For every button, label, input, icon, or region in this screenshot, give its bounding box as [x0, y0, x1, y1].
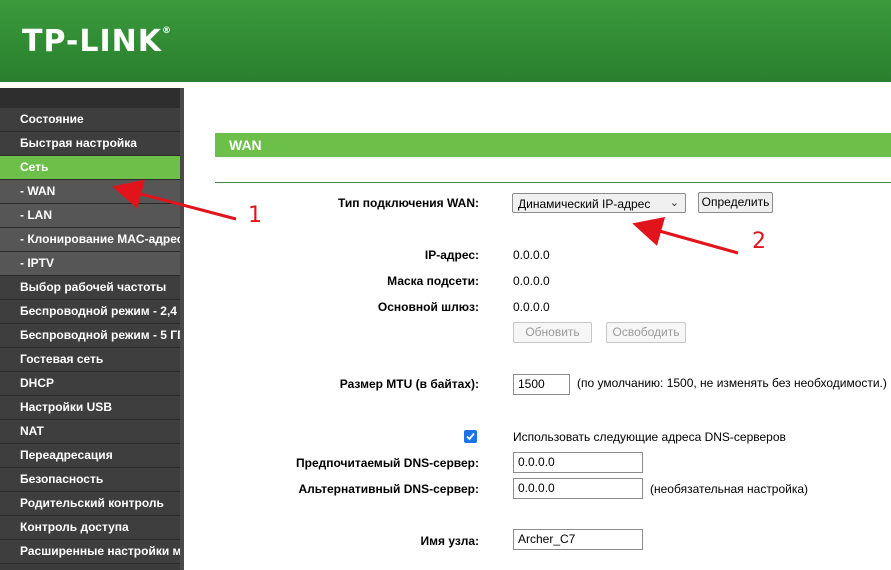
connection-type-value: Динамический IP-адрес — [518, 197, 651, 211]
secondary-dns-hint: (необязательная настройка) — [650, 482, 809, 496]
hostname-input[interactable]: Archer_C7 — [513, 529, 643, 550]
sidebar-item-wireless-24[interactable]: Беспроводной режим - 2,4 ГГц — [0, 300, 180, 324]
annotation-label-2: 2 — [752, 229, 766, 254]
mtu-hint: (по умолчанию: 1500, не изменять без нео… — [577, 376, 887, 390]
sidebar-item-wan[interactable]: - WAN — [0, 180, 180, 204]
dns-checkbox[interactable] — [464, 430, 477, 443]
sidebar-item-quick-setup[interactable]: Быстрая настройка — [0, 132, 180, 156]
primary-dns-input[interactable]: 0.0.0.0 — [513, 452, 643, 473]
connection-type-select[interactable]: Динамический IP-адрес ⌄ — [512, 193, 686, 213]
secondary-dns-input[interactable]: 0.0.0.0 — [513, 478, 643, 499]
sidebar-item-dhcp[interactable]: DHCP — [0, 372, 180, 396]
sidebar-item-forwarding[interactable]: Переадресация — [0, 444, 180, 468]
ip-value: 0.0.0.0 — [513, 248, 550, 262]
main-content: WAN Тип подключения WAN: Динамический IP… — [184, 88, 891, 570]
mask-value: 0.0.0.0 — [513, 274, 550, 288]
secondary-dns-label: Альтернативный DNS-сервер: — [298, 482, 479, 496]
gateway-value: 0.0.0.0 — [513, 300, 550, 314]
chevron-down-icon: ⌄ — [669, 197, 679, 209]
tp-link-logo: TP-LINK® — [22, 24, 173, 59]
header-banner: TP-LINK® — [0, 0, 891, 82]
dns-checkbox-label: Использовать следующие адреса DNS-сервер… — [513, 430, 786, 444]
sidebar-item-iptv[interactable]: - IPTV — [0, 252, 180, 276]
sidebar-item-parental-control[interactable]: Родительский контроль — [0, 492, 180, 516]
sidebar: Состояние Быстрая настройка Сеть - WAN -… — [0, 88, 180, 570]
sidebar-item-network[interactable]: Сеть — [0, 156, 180, 180]
section-divider — [215, 182, 891, 183]
sidebar-item-band-select[interactable]: Выбор рабочей частоты — [0, 276, 180, 300]
ip-label: IP-адрес: — [424, 248, 479, 262]
hostname-label: Имя узла: — [420, 534, 479, 548]
gateway-label: Основной шлюз: — [377, 300, 479, 314]
sidebar-item-security[interactable]: Безопасность — [0, 468, 180, 492]
sidebar-top-spacer — [0, 88, 180, 108]
renew-button[interactable]: Обновить — [513, 322, 592, 343]
mask-label: Маска подсети: — [387, 274, 479, 288]
section-title: WAN — [215, 133, 891, 157]
sidebar-item-guest-network[interactable]: Гостевая сеть — [0, 348, 180, 372]
primary-dns-label: Предпочитаемый DNS-сервер: — [296, 456, 479, 470]
header-divider — [0, 82, 891, 86]
connection-type-label: Тип подключения WAN: — [337, 196, 479, 210]
detect-button[interactable]: Определить — [698, 192, 773, 213]
sidebar-item-status[interactable]: Состояние — [0, 108, 180, 132]
sidebar-item-usb[interactable]: Настройки USB — [0, 396, 180, 420]
sidebar-item-lan[interactable]: - LAN — [0, 204, 180, 228]
mtu-label: Размер MTU (в байтах): — [339, 377, 479, 391]
annotation-label-1: 1 — [248, 203, 262, 228]
sidebar-item-wireless-5[interactable]: Беспроводной режим - 5 ГГц — [0, 324, 180, 348]
checkmark-icon — [466, 432, 475, 441]
sidebar-item-mac-clone[interactable]: - Клонирование MAC-адреса — [0, 228, 180, 252]
mtu-input[interactable]: 1500 — [513, 374, 570, 395]
sidebar-item-nat[interactable]: NAT — [0, 420, 180, 444]
sidebar-item-access-control[interactable]: Контроль доступа — [0, 516, 180, 540]
release-button[interactable]: Освободить — [606, 322, 686, 343]
sidebar-item-advanced-routing[interactable]: Расширенные настройки маршрутизации — [0, 540, 180, 564]
